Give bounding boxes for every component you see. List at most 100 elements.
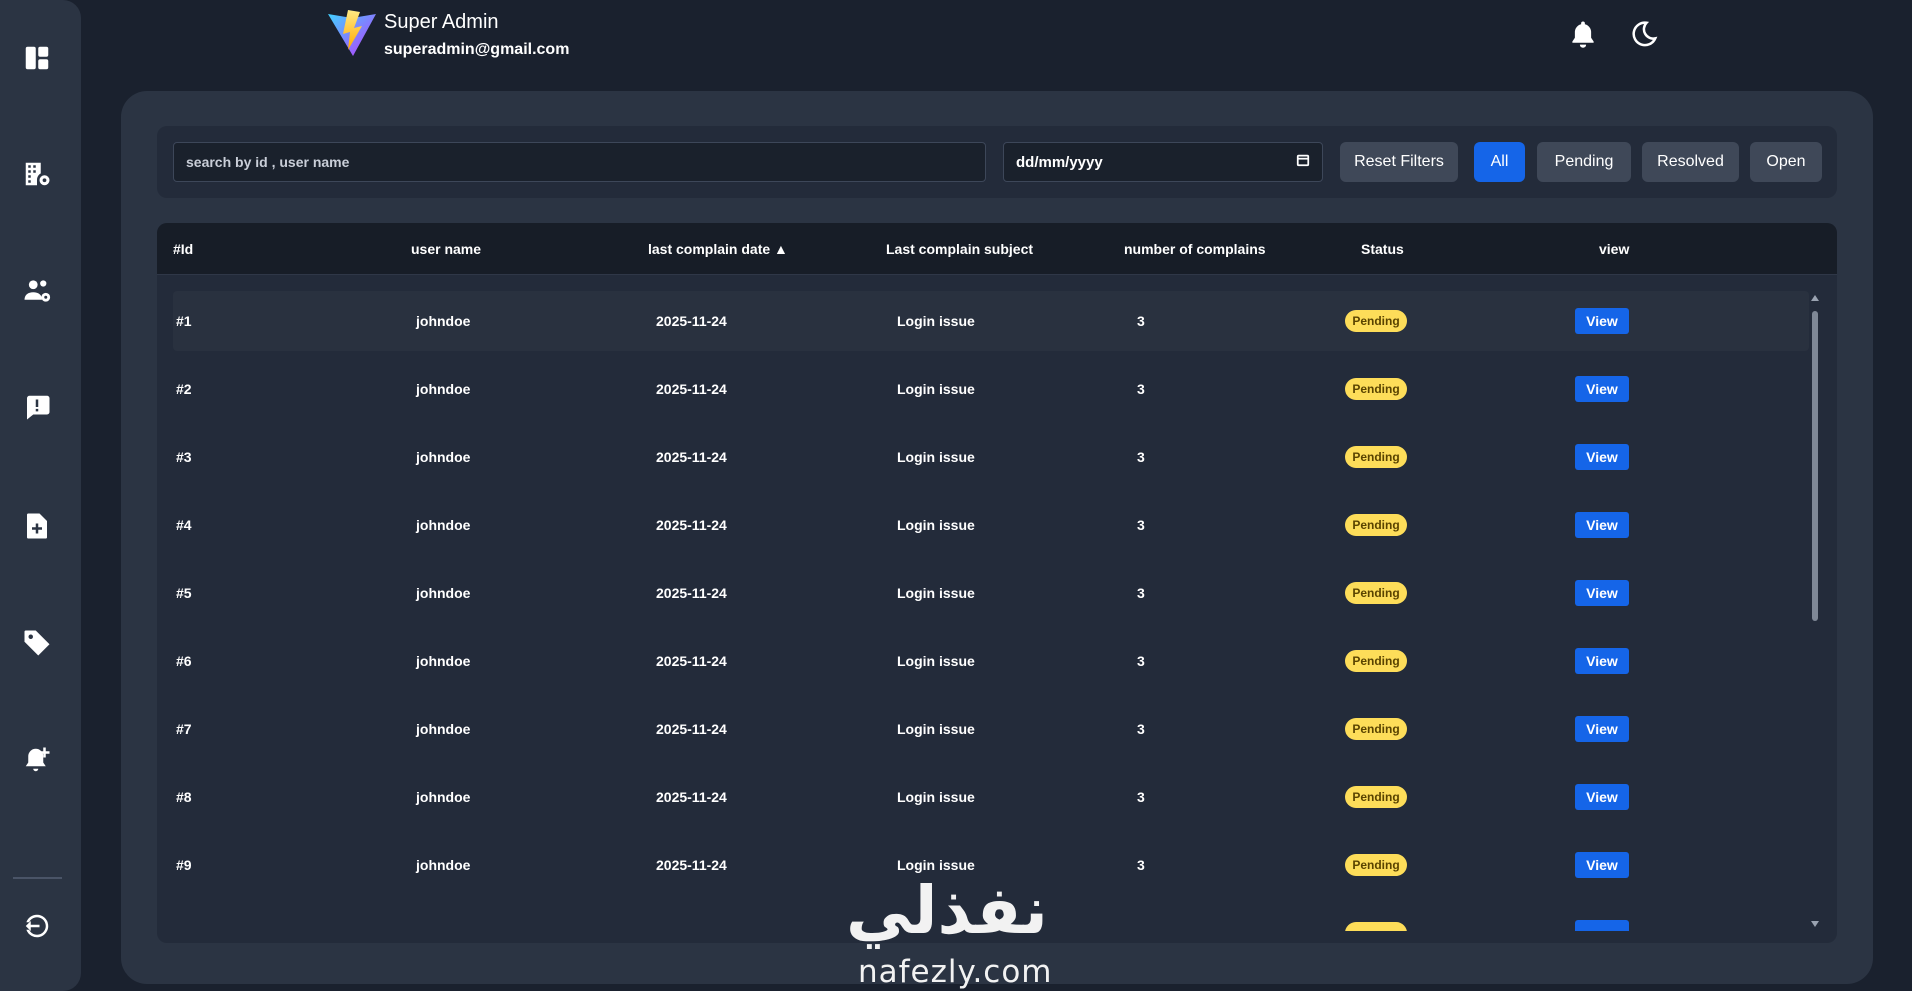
column-header-id[interactable]: #Id <box>173 241 193 257</box>
status-badge: Pending <box>1345 310 1407 332</box>
cell-last-date: 2025-11-24 <box>656 789 727 805</box>
filter-all-button[interactable]: All <box>1474 142 1525 182</box>
calendar-icon[interactable] <box>1296 153 1310 172</box>
filter-open-button[interactable]: Open <box>1750 142 1822 182</box>
scroll-down-arrow-icon[interactable] <box>1811 921 1819 927</box>
cell-last-date: 2025-11-24 <box>656 449 727 465</box>
date-filter-input[interactable]: dd/mm/yyyy <box>1003 142 1323 182</box>
cell-last-date: 2025-11-24 <box>656 381 727 397</box>
add-document-icon[interactable] <box>20 509 54 543</box>
column-header-count[interactable]: number of complains <box>1124 241 1266 257</box>
column-header-status[interactable]: Status <box>1361 241 1404 257</box>
cell-last-subject: Login issue <box>897 721 975 737</box>
table-row[interactable] <box>173 903 1809 931</box>
view-button[interactable]: View <box>1575 648 1629 674</box>
view-button[interactable]: View <box>1575 308 1629 334</box>
column-header-last-subject[interactable]: Last complain subject <box>886 241 1033 257</box>
cell-user-name: johndoe <box>416 857 471 873</box>
cell-last-date: 2025-11-24 <box>656 857 727 873</box>
status-badge: Pending <box>1345 582 1407 604</box>
view-button[interactable]: View <box>1575 580 1629 606</box>
table-row[interactable]: #2 johndoe 2025-11-24 Login issue 3 Pending Vi… <box>173 359 1809 419</box>
table-row[interactable]: #4 johndoe 2025-11-24 Login issue 3 Pending Vi… <box>173 495 1809 555</box>
search-input[interactable] <box>173 142 986 182</box>
cell-id: #1 <box>176 313 192 329</box>
cell-last-subject: Login issue <box>897 585 975 601</box>
cell-id: #6 <box>176 653 192 669</box>
status-badge: Pending <box>1345 854 1407 876</box>
dashboard-icon[interactable] <box>20 41 54 75</box>
moon-icon[interactable] <box>1626 16 1662 52</box>
status-badge <box>1345 922 1407 931</box>
cell-last-subject: Login issue <box>897 653 975 669</box>
filter-bar: dd/mm/yyyy Reset Filters All Pending Res… <box>157 126 1837 198</box>
scrollbar-thumb[interactable] <box>1812 311 1818 621</box>
date-placeholder: dd/mm/yyyy <box>1016 153 1103 171</box>
status-badge: Pending <box>1345 378 1407 400</box>
cell-count: 3 <box>1137 789 1145 805</box>
cell-id: #5 <box>176 585 192 601</box>
view-button[interactable]: View <box>1575 444 1629 470</box>
cell-last-subject: Login issue <box>897 857 975 873</box>
tag-icon[interactable] <box>20 626 54 660</box>
reset-filters-button[interactable]: Reset Filters <box>1340 142 1458 182</box>
sidebar-divider <box>13 877 62 879</box>
cell-count: 3 <box>1137 517 1145 533</box>
cell-id: #9 <box>176 857 192 873</box>
main-panel: dd/mm/yyyy Reset Filters All Pending Res… <box>121 91 1873 984</box>
admin-name: Super Admin <box>384 11 499 33</box>
cell-last-subject: Login issue <box>897 789 975 805</box>
view-button[interactable]: View <box>1575 852 1629 878</box>
scroll-up-arrow-icon[interactable] <box>1811 295 1819 301</box>
cell-id: #7 <box>176 721 192 737</box>
view-button[interactable] <box>1575 920 1629 931</box>
column-header-user-name[interactable]: user name <box>411 241 481 257</box>
cell-count: 3 <box>1137 313 1145 329</box>
cell-last-date: 2025-11-24 <box>656 653 727 669</box>
table-row[interactable]: #3 johndoe 2025-11-24 Login issue 3 Pending Vi… <box>173 427 1809 487</box>
cell-user-name: johndoe <box>416 585 471 601</box>
users-settings-icon[interactable] <box>20 274 54 308</box>
cell-user-name: johndoe <box>416 449 471 465</box>
table-row[interactable]: #1 johndoe 2025-11-24 Login issue 3 Pending Vi… <box>173 291 1809 351</box>
view-button[interactable]: View <box>1575 512 1629 538</box>
cell-id: #2 <box>176 381 192 397</box>
cell-id: #3 <box>176 449 192 465</box>
add-notification-icon[interactable] <box>20 743 54 777</box>
admin-email: superadmin@gmail.com <box>384 41 570 58</box>
building-settings-icon[interactable] <box>20 157 54 191</box>
view-button[interactable]: View <box>1575 716 1629 742</box>
status-badge: Pending <box>1345 786 1407 808</box>
cell-last-subject: Login issue <box>897 381 975 397</box>
bell-icon[interactable] <box>1565 16 1601 52</box>
cell-last-subject: Login issue <box>897 449 975 465</box>
cell-last-date: 2025-11-24 <box>656 313 727 329</box>
cell-user-name: johndoe <box>416 313 471 329</box>
table-row[interactable]: #7 johndoe 2025-11-24 Login issue 3 Pending Vi… <box>173 699 1809 759</box>
view-button[interactable]: View <box>1575 784 1629 810</box>
table-row[interactable]: #9 johndoe 2025-11-24 Login issue 3 Pending Vi… <box>173 835 1809 895</box>
cell-user-name: johndoe <box>416 381 471 397</box>
status-badge: Pending <box>1345 446 1407 468</box>
view-button[interactable]: View <box>1575 376 1629 402</box>
cell-user-name: johndoe <box>416 653 471 669</box>
cell-count: 3 <box>1137 653 1145 669</box>
table-row[interactable]: #8 johndoe 2025-11-24 Login issue 3 Pending Vi… <box>173 767 1809 827</box>
column-header-view[interactable]: view <box>1599 241 1629 257</box>
table-row[interactable]: #5 johndoe 2025-11-24 Login issue 3 Pending Vi… <box>173 563 1809 623</box>
sidebar <box>0 0 81 991</box>
cell-count: 3 <box>1137 381 1145 397</box>
cell-last-subject: Login issue <box>897 517 975 533</box>
cell-user-name: johndoe <box>416 789 471 805</box>
complaint-message-icon[interactable] <box>20 390 54 424</box>
filter-pending-button[interactable]: Pending <box>1537 142 1631 182</box>
cell-last-date: 2025-11-24 <box>656 721 727 737</box>
column-header-last-date[interactable]: last complain date ▲ <box>648 241 788 257</box>
cell-last-subject: Login issue <box>897 313 975 329</box>
cell-count: 3 <box>1137 449 1145 465</box>
table-scrollbar[interactable] <box>1809 295 1821 927</box>
filter-resolved-button[interactable]: Resolved <box>1642 142 1739 182</box>
table-row[interactable]: #6 johndoe 2025-11-24 Login issue 3 Pending Vi… <box>173 631 1809 691</box>
status-badge: Pending <box>1345 718 1407 740</box>
logout-icon[interactable] <box>20 909 54 943</box>
